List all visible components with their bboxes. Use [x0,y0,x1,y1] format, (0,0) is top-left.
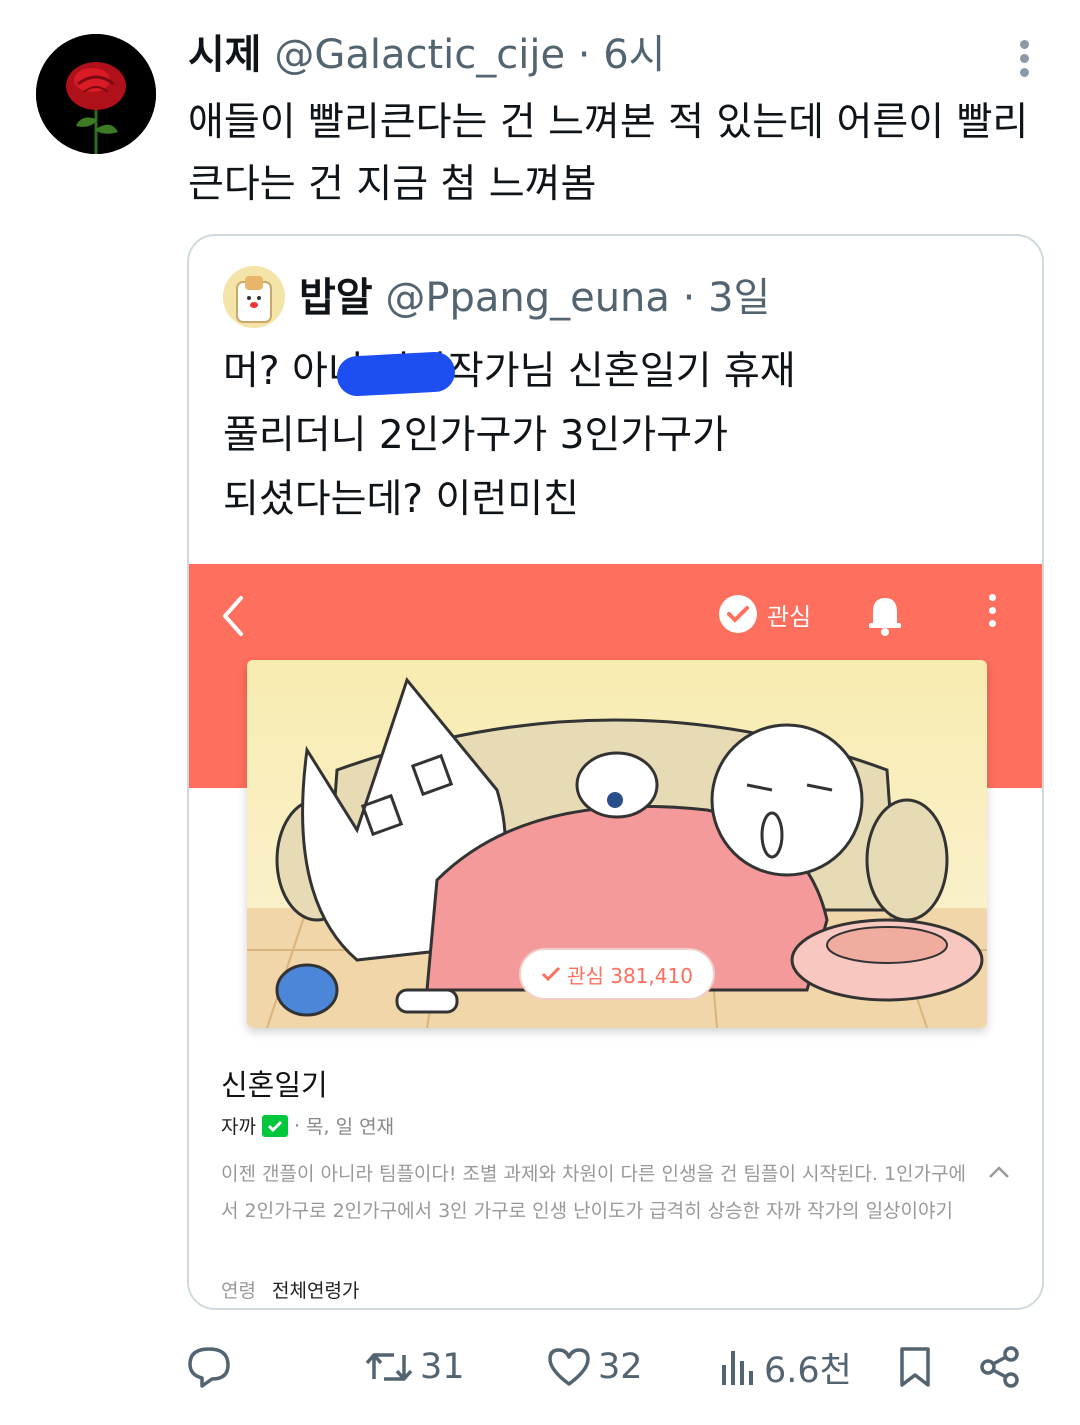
favorite-label: 관심 [767,602,812,631]
character-avatar-image [223,266,285,328]
favorite-count-pill: 관심 381,410 [519,948,715,1000]
webtoon-age-rating: 연령 전체연령가 [221,1276,359,1303]
view-count: 6.6천 [764,1350,852,1391]
meta-separator: · [293,1114,301,1137]
webtoon-meta: 자까 · 목, 일 연재 [221,1112,394,1139]
retweet-button[interactable]: 31 [364,1338,465,1396]
reply-icon [188,1347,230,1388]
author-name[interactable]: 시제 [188,32,262,78]
author-handle[interactable]: @Galactic_cije [274,32,565,78]
favorite-count: 관심 381,410 [567,963,693,988]
quoted-time[interactable]: 3일 [708,275,770,321]
webtoon-author: 자까 [221,1116,256,1138]
rose-image [36,34,156,154]
verified-badge-icon [261,1114,288,1137]
bookmark-button[interactable] [898,1338,932,1396]
chevron-up-icon [989,1166,1009,1178]
more-icon [987,594,997,634]
check-icon [719,595,757,633]
tweet-time[interactable]: 6시 [603,32,665,78]
retweet-count: 31 [420,1347,465,1387]
check-icon [542,966,561,982]
webtoon-description: 이젠 갠플이 아니라 팀플이다! 조별 과제와 차원이 다른 인생을 건 팀플이… [221,1163,966,1222]
separator-dot: · [682,275,696,321]
quoted-text-line: 되셨다는데? 이런미친 [223,477,580,522]
webtoon-schedule: 목, 일 연재 [306,1116,395,1138]
age-label: 연령 [221,1280,256,1302]
favorite-toggle: 관심 [719,594,811,634]
tweet-header: 시제 @Galactic_cije · 6시 [188,28,665,82]
bell-icon [869,598,901,636]
quoted-author-avatar[interactable] [223,266,285,328]
tweet-text: 애들이 빨리큰다는 건 느껴본 적 있는데 어른이 빨리큰다는 건 지금 첨 느… [188,100,1029,207]
share-button[interactable] [978,1338,1022,1396]
quoted-tweet[interactable]: 밥알 @Ppang_euna · 3일 머? 아너 자까작가님 신혼일기 휴재 … [187,234,1044,1310]
separator-dot: · [577,32,591,78]
more-options-icon[interactable] [1018,40,1030,80]
quoted-author-name[interactable]: 밥알 [299,275,373,321]
age-value: 전체연령가 [272,1280,360,1302]
quoted-text-line: 풀리더니 2인가구가 3인가구가 [223,413,728,458]
webtoon-title: 신혼일기 [221,1068,328,1102]
views-button[interactable]: 6.6천 [718,1338,852,1396]
like-count: 32 [598,1347,643,1387]
author-avatar[interactable] [36,34,156,154]
views-chart-icon [722,1351,753,1385]
censor-scribble [336,350,456,398]
quoted-header: 밥알 @Ppang_euna · 3일 [299,272,770,324]
bookmark-icon [900,1347,930,1387]
heart-icon [548,1348,590,1386]
like-button[interactable]: 32 [546,1338,643,1396]
retweet-icon [365,1353,413,1381]
back-icon [223,596,243,636]
tweet-action-bar: 31 32 6.6천 [186,1338,1036,1396]
share-icon [980,1346,1019,1388]
webtoon-screenshot[interactable]: 관심 관심 381,410 신혼일기 자까 · 목, 일 연재 이젠 갠플이 아… [189,564,1042,1308]
reply-button[interactable] [186,1338,232,1396]
quoted-author-handle[interactable]: @Ppang_euna [385,275,670,321]
